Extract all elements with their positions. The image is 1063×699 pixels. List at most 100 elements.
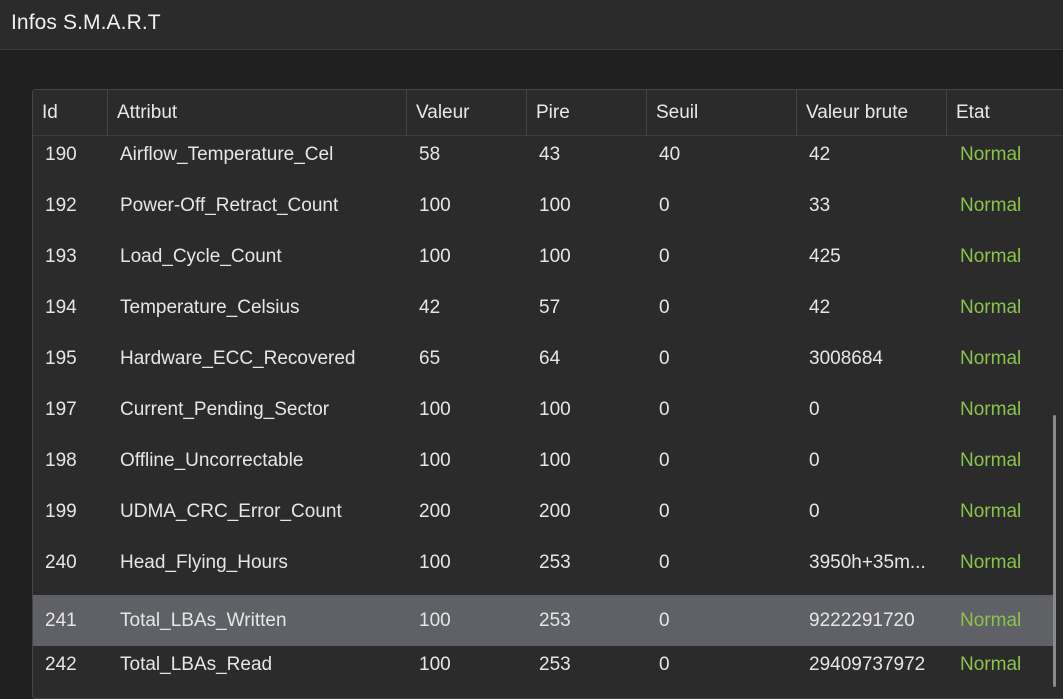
- column-header-attribute[interactable]: Attribut: [108, 90, 407, 136]
- cell-id: 199: [45, 501, 77, 522]
- cell-worst: 57: [539, 297, 561, 318]
- cell-attribute: Offline_Uncorrectable: [120, 450, 304, 471]
- cell-state: Normal: [960, 654, 1022, 675]
- cell-attribute: Head_Flying_Hours: [120, 552, 288, 573]
- cell-value: 100: [419, 610, 451, 631]
- cell-worst: 253: [539, 654, 571, 675]
- cell-raw-value: 0: [809, 450, 820, 471]
- cell-raw-value: 3950h+35m...: [809, 552, 926, 573]
- table-row[interactable]: 190 Airflow_Temperature_Cel 58 43 40 42 Normal: [33, 136, 1053, 187]
- table-row[interactable]: 241 Total_LBAs_Written 100 253 0 9222291720 No…: [33, 595, 1053, 646]
- cell-threshold: 0: [659, 450, 670, 471]
- cell-state: Normal: [960, 450, 1022, 471]
- cell-worst: 200: [539, 501, 571, 522]
- cell-threshold: 0: [659, 399, 670, 420]
- table-row[interactable]: 195 Hardware_ECC_Recovered 65 64 0 3008684 Nor…: [33, 340, 1053, 391]
- cell-id: 241: [45, 610, 77, 631]
- cell-worst: 253: [539, 610, 571, 631]
- cell-attribute: Hardware_ECC_Recovered: [120, 348, 356, 369]
- cell-state: Normal: [960, 501, 1022, 522]
- title-bar: Infos S.M.A.R.T: [0, 0, 1063, 50]
- cell-value: 100: [419, 399, 451, 420]
- column-header-worst[interactable]: Pire: [527, 90, 647, 136]
- cell-id: 192: [45, 195, 77, 216]
- cell-value: 100: [419, 195, 451, 216]
- column-header-threshold[interactable]: Seuil: [647, 90, 797, 136]
- cell-threshold: 0: [659, 246, 670, 267]
- cell-state: Normal: [960, 144, 1022, 165]
- cell-value: 100: [419, 450, 451, 471]
- cell-threshold: 0: [659, 348, 670, 369]
- cell-worst: 100: [539, 195, 571, 216]
- cell-state: Normal: [960, 610, 1022, 631]
- table-row[interactable]: 193 Load_Cycle_Count 100 100 0 425 Normal: [33, 238, 1053, 289]
- cell-raw-value: 3008684: [809, 348, 883, 369]
- cell-threshold: 0: [659, 297, 670, 318]
- cell-raw-value: 425: [809, 246, 841, 267]
- cell-id: 190: [45, 144, 77, 165]
- cell-attribute: Power-Off_Retract_Count: [120, 195, 339, 216]
- cell-state: Normal: [960, 246, 1022, 267]
- cell-threshold: 0: [659, 501, 670, 522]
- cell-attribute: Temperature_Celsius: [120, 297, 300, 318]
- cell-raw-value: 9222291720: [809, 610, 915, 631]
- cell-worst: 100: [539, 450, 571, 471]
- cell-worst: 100: [539, 399, 571, 420]
- cell-value: 42: [419, 297, 441, 318]
- window-title: Infos S.M.A.R.T: [11, 11, 161, 34]
- cell-attribute: Load_Cycle_Count: [120, 246, 282, 267]
- table-row[interactable]: 240 Head_Flying_Hours 100 253 0 3950h+35m... N…: [33, 544, 1053, 595]
- cell-id: 197: [45, 399, 77, 420]
- cell-value: 200: [419, 501, 451, 522]
- cell-raw-value: 0: [809, 399, 820, 420]
- table-row[interactable]: 199 UDMA_CRC_Error_Count 200 200 0 0 Normal: [33, 493, 1053, 544]
- cell-threshold: 0: [659, 195, 670, 216]
- table-row[interactable]: 242 Total_LBAs_Read 100 253 0 29409737972 Norm…: [33, 646, 1053, 697]
- cell-attribute: Total_LBAs_Read: [120, 654, 273, 675]
- column-header-value[interactable]: Valeur: [407, 90, 527, 136]
- cell-id: 193: [45, 246, 77, 267]
- cell-attribute: Current_Pending_Sector: [120, 399, 330, 420]
- cell-threshold: 40: [659, 144, 681, 165]
- cell-raw-value: 42: [809, 144, 831, 165]
- cell-state: Normal: [960, 195, 1022, 216]
- table-body: 190 Airflow_Temperature_Cel 58 43 40 42 Normal…: [33, 136, 1063, 697]
- cell-worst: 64: [539, 348, 561, 369]
- cell-state: Normal: [960, 348, 1022, 369]
- table-row[interactable]: 194 Temperature_Celsius 42 57 0 42 Normal: [33, 289, 1053, 340]
- cell-threshold: 0: [659, 610, 670, 631]
- cell-id: 198: [45, 450, 77, 471]
- cell-raw-value: 42: [809, 297, 831, 318]
- column-header-raw-value[interactable]: Valeur brute: [797, 90, 947, 136]
- cell-value: 100: [419, 552, 451, 573]
- cell-id: 242: [45, 654, 77, 675]
- cell-raw-value: 33: [809, 195, 831, 216]
- cell-attribute: Total_LBAs_Written: [120, 610, 287, 631]
- vertical-scrollbar[interactable]: [1053, 415, 1056, 687]
- cell-value: 65: [419, 348, 441, 369]
- cell-state: Normal: [960, 399, 1022, 420]
- cell-threshold: 0: [659, 654, 670, 675]
- cell-worst: 100: [539, 246, 571, 267]
- column-header-state[interactable]: Etat: [947, 90, 1063, 136]
- column-header-id[interactable]: Id: [33, 90, 108, 136]
- cell-attribute: UDMA_CRC_Error_Count: [120, 501, 342, 522]
- cell-state: Normal: [960, 297, 1022, 318]
- cell-worst: 43: [539, 144, 561, 165]
- cell-threshold: 0: [659, 552, 670, 573]
- table-row[interactable]: 192 Power-Off_Retract_Count 100 100 0 33 Norma…: [33, 187, 1053, 238]
- cell-state: Normal: [960, 552, 1022, 573]
- cell-value: 100: [419, 246, 451, 267]
- cell-worst: 253: [539, 552, 571, 573]
- table-row[interactable]: 197 Current_Pending_Sector 100 100 0 0 Normal: [33, 391, 1053, 442]
- cell-value: 100: [419, 654, 451, 675]
- cell-id: 195: [45, 348, 77, 369]
- smart-table: Id Attribut Valeur Pire Seuil Valeur bru…: [32, 89, 1063, 699]
- cell-raw-value: 29409737972: [809, 654, 926, 675]
- table-header: Id Attribut Valeur Pire Seuil Valeur bru…: [33, 90, 1063, 136]
- table-row[interactable]: 198 Offline_Uncorrectable 100 100 0 0 Normal: [33, 442, 1053, 493]
- cell-attribute: Airflow_Temperature_Cel: [120, 144, 334, 165]
- cell-raw-value: 0: [809, 501, 820, 522]
- content-area: Id Attribut Valeur Pire Seuil Valeur bru…: [0, 51, 1063, 699]
- cell-value: 58: [419, 144, 441, 165]
